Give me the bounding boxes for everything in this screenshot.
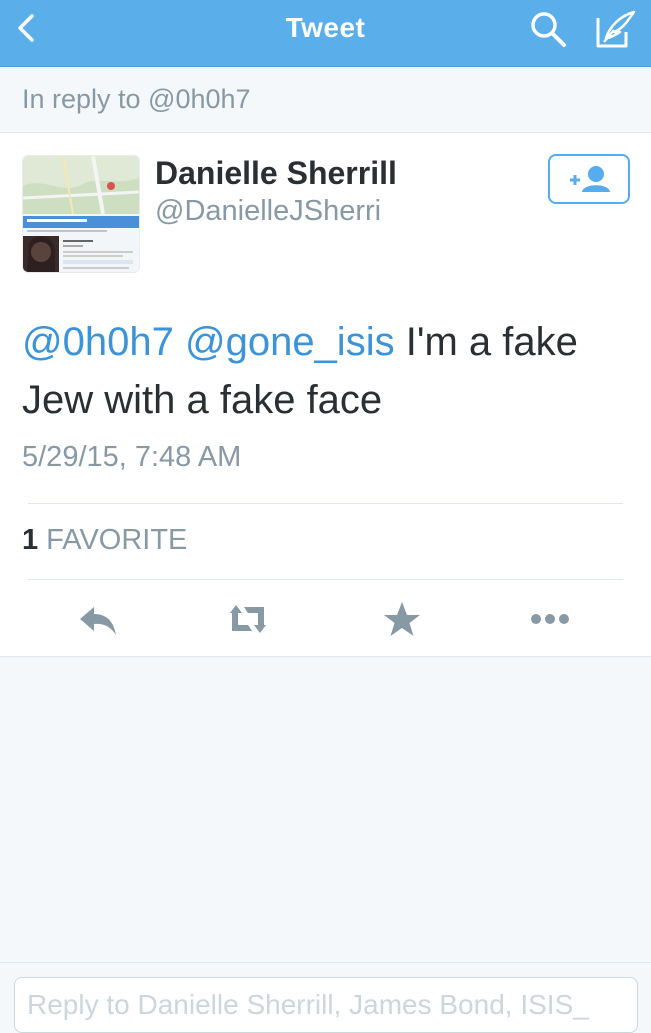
tweet-timestamp: 5/29/15, 7:48 AM — [22, 441, 242, 473]
nav-bar: Tweet — [0, 0, 651, 67]
retweet-icon[interactable] — [226, 599, 270, 639]
author-handle[interactable]: @DanielleJSherri — [155, 195, 381, 228]
tweet-detail: Danielle Sherrill @DanielleJSherri @0h0h… — [0, 133, 651, 657]
divider — [28, 579, 623, 580]
avatar-image — [23, 156, 139, 272]
reply-input[interactable] — [14, 977, 638, 1033]
reply-icon[interactable] — [76, 599, 120, 639]
add-user-icon — [570, 166, 610, 192]
tweet-text: @0h0h7 @gone_isis I'm a fake Jew with a … — [22, 313, 632, 429]
mention-link[interactable]: @0h0h7 — [22, 320, 174, 364]
mention-link[interactable]: @gone_isis — [185, 320, 395, 364]
favorite-label: FAVORITE — [46, 524, 188, 556]
divider — [28, 503, 623, 504]
compose-icon[interactable] — [592, 8, 638, 52]
reply-bar — [0, 962, 651, 1033]
favorite-count: 1 — [22, 524, 39, 556]
reply-context-text[interactable]: In reply to @0h0h7 — [22, 84, 251, 115]
avatar[interactable] — [22, 155, 140, 273]
more-icon[interactable] — [528, 599, 572, 639]
author-name[interactable]: Danielle Sherrill — [155, 155, 397, 192]
reply-context-banner: In reply to @0h0h7 — [0, 67, 651, 133]
favorite-stats[interactable]: 1 FAVORITE — [22, 524, 187, 557]
search-icon[interactable] — [528, 9, 570, 51]
favorite-icon[interactable] — [380, 599, 424, 639]
follow-button[interactable] — [548, 154, 630, 204]
